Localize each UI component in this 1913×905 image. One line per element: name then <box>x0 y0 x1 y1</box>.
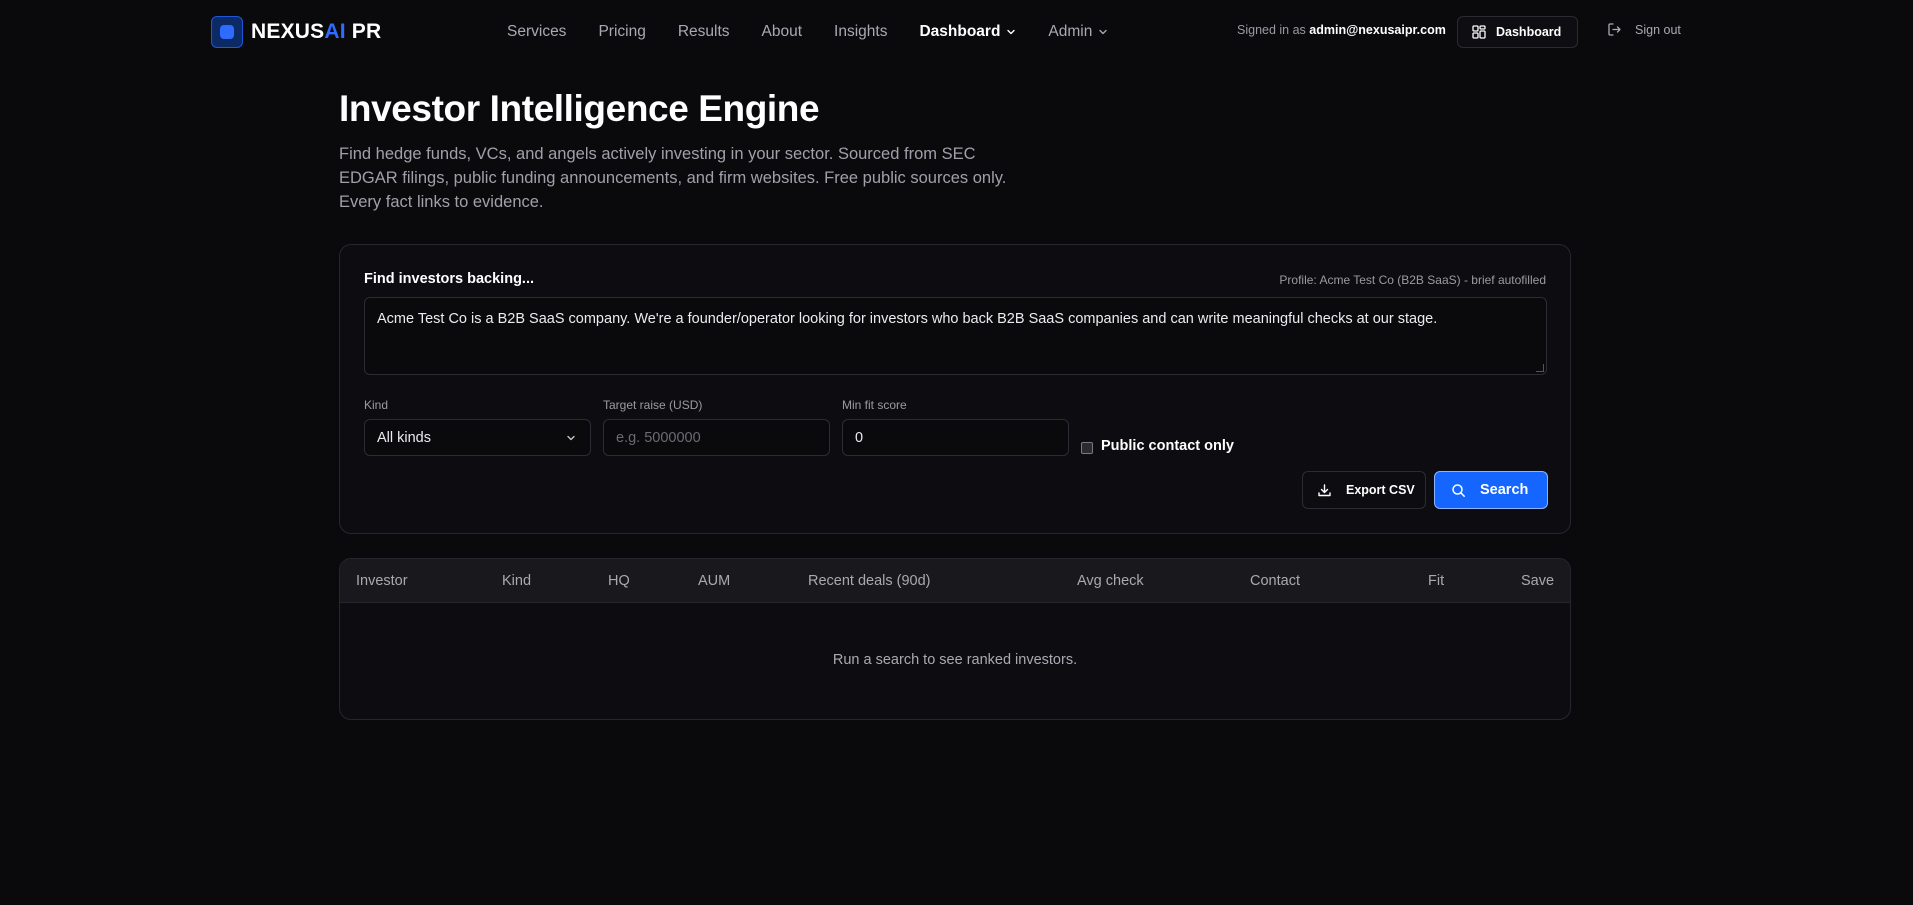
nav-link-pricing[interactable]: Pricing <box>598 23 645 41</box>
column-header-fit[interactable]: Fit <box>1428 573 1444 589</box>
logo-icon <box>211 16 243 48</box>
resize-handle-icon[interactable] <box>1536 364 1544 372</box>
signed-in-text: Signed in as admin@nexusaipr.com <box>1237 23 1446 37</box>
grid-icon <box>1472 25 1486 39</box>
min-fit-input[interactable]: 0 <box>842 419 1069 456</box>
top-nav: NEXUSAI PR Services Pricing Results Abou… <box>0 0 1913 63</box>
chevron-down-icon <box>1007 29 1016 35</box>
chevron-down-icon <box>1099 29 1108 35</box>
column-header-contact[interactable]: Contact <box>1250 573 1300 589</box>
export-csv-label: Export CSV <box>1346 483 1415 497</box>
search-card: Find investors backing... Profile: Acme … <box>339 244 1571 534</box>
nav-link-insights[interactable]: Insights <box>834 23 887 41</box>
signed-in-email: admin@nexusaipr.com <box>1309 23 1446 37</box>
column-header-investor[interactable]: Investor <box>356 573 408 589</box>
brief-textarea[interactable]: Acme Test Co is a B2B SaaS company. We'r… <box>364 297 1547 375</box>
kind-label: Kind <box>364 398 389 412</box>
page-title: Investor Intelligence Engine <box>339 88 820 129</box>
sign-out-label: Sign out <box>1635 22 1681 37</box>
signed-in-prefix: Signed in as <box>1237 23 1310 37</box>
download-icon <box>1318 483 1331 496</box>
nav-link-dashboard[interactable]: Dashboard <box>919 23 1016 41</box>
sign-out-icon <box>1608 23 1621 36</box>
nav-link-results[interactable]: Results <box>678 23 730 41</box>
search-button[interactable]: Search <box>1434 471 1548 509</box>
column-header-hq[interactable]: HQ <box>608 573 630 589</box>
public-contact-toggle[interactable]: Public contact only <box>1081 438 1234 454</box>
brief-label: Find investors backing... <box>364 271 535 287</box>
page-subtitle: Find hedge funds, VCs, and angels active… <box>339 145 1007 211</box>
column-header-kind[interactable]: Kind <box>502 573 531 589</box>
search-button-label: Search <box>1480 482 1529 498</box>
export-csv-button[interactable]: Export CSV <box>1302 471 1426 509</box>
dashboard-button[interactable]: Dashboard <box>1457 16 1578 48</box>
brand-name: NEXUSAI PR <box>251 20 382 43</box>
nav-link-about[interactable]: About <box>762 23 803 41</box>
nav-link-admin[interactable]: Admin <box>1048 23 1108 41</box>
column-header-aum[interactable]: AUM <box>698 573 730 589</box>
nav-link-dashboard-label: Dashboard <box>919 23 1001 40</box>
kind-select[interactable]: All kinds <box>364 419 591 456</box>
public-contact-label: Public contact only <box>1101 438 1234 454</box>
dashboard-button-label: Dashboard <box>1496 25 1562 39</box>
nav-link-services[interactable]: Services <box>507 23 566 41</box>
min-fit-label: Min fit score <box>842 398 907 412</box>
target-raise-placeholder: e.g. 5000000 <box>616 429 701 446</box>
kind-select-value: All kinds <box>377 429 431 446</box>
brief-text: Acme Test Co is a B2B SaaS company. We'r… <box>377 311 1438 327</box>
column-header-save[interactable]: Save <box>1521 573 1554 589</box>
profile-note: Profile: Acme Test Co (B2B SaaS) - brief… <box>1279 273 1546 287</box>
sign-out-button[interactable]: Sign out <box>1607 22 1681 37</box>
brand-logo-link[interactable]: NEXUSAI PR <box>211 16 381 48</box>
table-header: Investor Kind HQ AUM Recent deals (90d) … <box>340 559 1570 603</box>
public-contact-checkbox[interactable] <box>1081 441 1093 454</box>
column-header-avg-check[interactable]: Avg check <box>1077 573 1144 589</box>
empty-state-message: Run a search to see ranked investors. <box>832 652 1078 668</box>
column-header-recent-deals[interactable]: Recent deals (90d) <box>808 573 931 589</box>
search-icon <box>1452 483 1465 497</box>
target-raise-label: Target raise (USD) <box>603 398 703 412</box>
nav-link-admin-label: Admin <box>1048 23 1093 40</box>
target-raise-input[interactable]: e.g. 5000000 <box>603 419 830 456</box>
results-table: Investor Kind HQ AUM Recent deals (90d) … <box>339 558 1571 720</box>
nav-links: Services Pricing Results About Insights … <box>507 20 1140 44</box>
chevron-down-icon <box>567 435 575 441</box>
min-fit-value: 0 <box>855 429 864 446</box>
